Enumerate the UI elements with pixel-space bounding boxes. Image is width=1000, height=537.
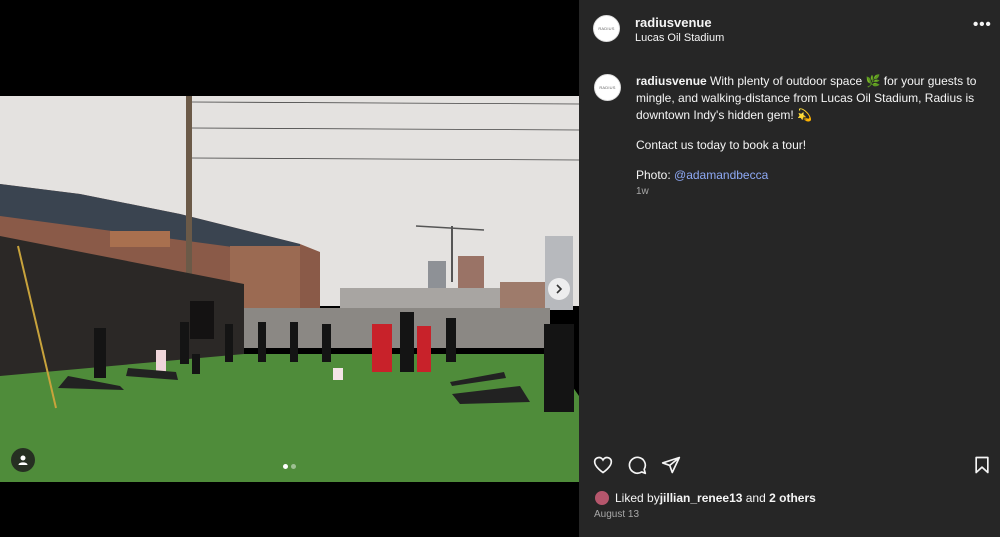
caption-text: radiusvenue With plenty of outdoor space… [636, 73, 986, 197]
likes-others[interactable]: 2 others [769, 491, 816, 505]
caption-avatar-logo-text: RADIUS [599, 85, 616, 90]
liker-username[interactable]: jillian_renee13 [660, 491, 743, 505]
header-location[interactable]: Lucas Oil Stadium [635, 32, 724, 44]
carousel-next-button[interactable] [548, 278, 570, 300]
avatar-logo-text: RADIUS [598, 26, 615, 31]
carousel-dot [291, 464, 296, 469]
caption-timestamp[interactable]: 1w [636, 186, 649, 197]
share-icon [661, 456, 681, 474]
bookmark-icon [975, 456, 989, 474]
carousel-dot-active [283, 464, 288, 469]
liker-avatar[interactable] [594, 490, 610, 506]
photo-credit-prefix: Photo: [636, 168, 675, 182]
save-button[interactable] [972, 455, 994, 477]
caption-cta: Contact us today to book a tour! [636, 138, 807, 152]
chevron-right-icon [556, 284, 563, 294]
likes-and: and [742, 491, 770, 505]
tagged-users-button[interactable] [11, 448, 35, 472]
post-photo[interactable] [0, 96, 579, 482]
user-tag-icon [18, 455, 28, 465]
comment-button[interactable] [627, 455, 649, 477]
like-button[interactable] [593, 455, 615, 477]
action-bar [579, 455, 1000, 477]
likes-prefix: Liked by [615, 491, 660, 505]
more-options-icon[interactable]: ••• [973, 17, 992, 32]
caption-avatar[interactable]: RADIUS [594, 74, 621, 101]
share-button[interactable] [661, 455, 683, 477]
carousel-indicator [283, 464, 296, 469]
post-side-panel: RADIUS radiusvenue Lucas Oil Stadium •••… [579, 0, 1000, 537]
photo-credit-mention[interactable]: @adamandbecca [674, 168, 768, 182]
caption-username[interactable]: radiusvenue [636, 74, 707, 88]
media-pane [0, 0, 579, 537]
header-username[interactable]: radiusvenue [635, 15, 712, 30]
likes-summary[interactable]: Liked by jillian_renee13 and 2 others [594, 490, 816, 506]
comment-icon [628, 456, 647, 475]
heart-icon [593, 456, 613, 474]
post-header: RADIUS radiusvenue Lucas Oil Stadium ••• [579, 0, 1000, 60]
profile-avatar[interactable]: RADIUS [593, 15, 620, 42]
post-date: August 13 [594, 509, 640, 520]
